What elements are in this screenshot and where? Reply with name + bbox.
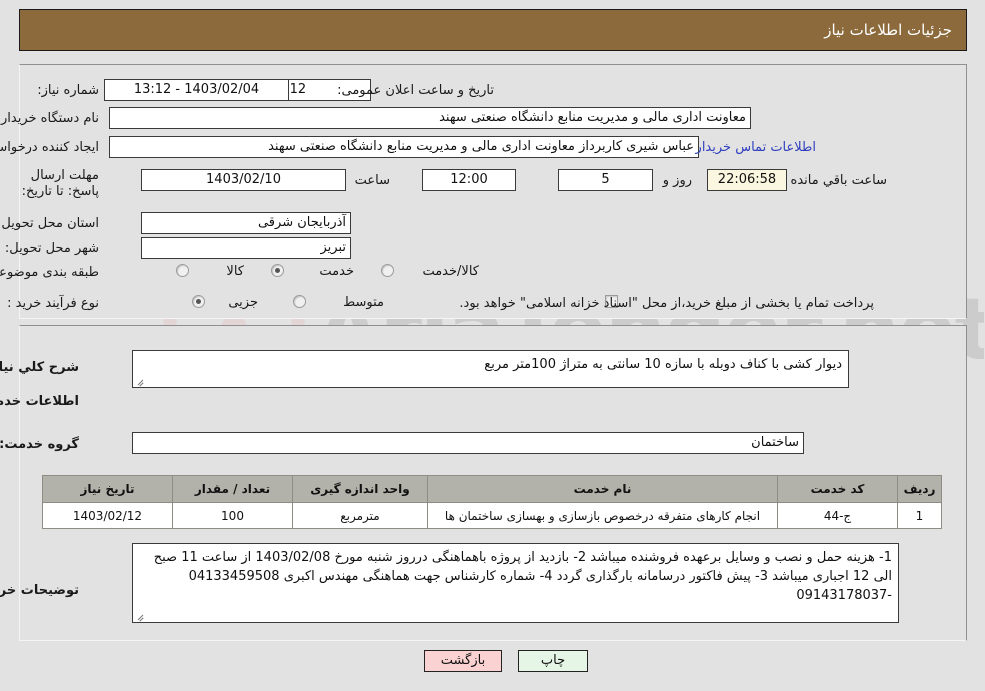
buyer-notes-label: توضیحات خریدار: — [0, 583, 80, 598]
radio-category-kala-label[interactable]: کالا — [227, 264, 245, 279]
col-name: نام خدمت — [428, 475, 779, 503]
back-button[interactable]: بازگشت — [425, 650, 503, 672]
col-code: کد خدمت — [778, 475, 899, 503]
service-group-value: ساختمان — [133, 432, 805, 454]
cell-name: انجام کارهای متفرقه درخصوص بازسازی و بهس… — [428, 502, 779, 529]
province-label: استان محل تحویل: — [0, 216, 100, 231]
print-button[interactable]: چاپ — [519, 650, 589, 672]
buyer-org-value: معاونت اداری مالی و مدیریت منابع دانشگاه… — [110, 107, 752, 129]
creator-value: عباس شیری کاربرداز معاونت اداری مالی و م… — [110, 136, 700, 158]
creator-label: ایجاد کننده درخواست: — [0, 140, 100, 155]
countdown-label: ساعت باقي مانده — [791, 173, 888, 188]
radio-process-jozei-label[interactable]: جزیی — [229, 295, 259, 310]
province-value: آذربایجان شرقی — [142, 212, 352, 234]
cell-index: 1 — [898, 502, 943, 529]
service-group-label: گروه خدمت: — [0, 437, 80, 452]
page-header-bar: جزئیات اطلاعات نیاز — [20, 9, 968, 51]
deadline-date-value: 1403/02/10 — [142, 169, 347, 191]
countdown-value: 22:06:58 — [708, 169, 788, 191]
days-remaining-value: 5 — [559, 169, 654, 191]
cell-date: 1403/02/12 — [43, 502, 174, 529]
radio-category-kala-khedmat-label[interactable]: کالا/خدمت — [423, 264, 480, 279]
table-row[interactable]: 1 ج-44 انجام کارهای متفرقه درخصوص بازساز… — [43, 502, 943, 529]
radio-category-khedmat[interactable] — [272, 264, 285, 277]
resize-grip-icon-notes[interactable] — [137, 611, 147, 622]
need-info-panel — [20, 64, 968, 319]
description-label: شرح کلي نياز: — [0, 360, 80, 375]
days-remaining-label: روز و — [663, 173, 693, 188]
radio-process-motevaset-label[interactable]: متوسط — [344, 295, 385, 310]
buyer-org-label: نام دستگاه خریدار: — [0, 111, 100, 126]
page-title: جزئیات اطلاعات نیاز — [825, 21, 953, 39]
public-announce-value: 1403/02/04 - 13:12 — [105, 79, 290, 101]
radio-category-khedmat-label[interactable]: خدمت — [320, 264, 355, 279]
table-header-row: ردیف کد خدمت نام خدمت واحد اندازه گیری ت… — [43, 475, 943, 503]
services-table: ردیف کد خدمت نام خدمت واحد اندازه گیری ت… — [43, 475, 943, 529]
radio-process-jozei[interactable] — [193, 295, 206, 308]
city-value: تبریز — [142, 237, 352, 259]
radio-process-motevaset[interactable] — [294, 295, 307, 308]
col-date: تاریخ نیاز — [43, 475, 174, 503]
buyer-notes-value: 1- هزینه حمل و نصب و وسایل برعهده فروشند… — [154, 550, 893, 603]
cell-unit: مترمربع — [293, 502, 429, 529]
city-label: شهر محل تحویل: — [5, 241, 100, 256]
radio-category-kala[interactable] — [177, 264, 190, 277]
cell-code: ج-44 — [778, 502, 899, 529]
deadline-hour-label: ساعت — [355, 173, 391, 188]
description-textarea[interactable]: دیوار کشی با کناف دوبله با سازه 10 سانتی… — [133, 350, 850, 388]
radio-category-kala-khedmat[interactable] — [382, 264, 395, 277]
col-quantity: تعداد / مقدار — [173, 475, 294, 503]
treasury-checkbox-label[interactable]: پرداخت تمام یا بخشی از مبلغ خرید،از محل … — [460, 296, 875, 311]
deadline-label: مهلت ارسال پاسخ: تا تاریخ: — [22, 168, 100, 199]
resize-grip-icon[interactable] — [137, 376, 147, 387]
deadline-hour-value: 12:00 — [423, 169, 517, 191]
category-label: طبقه بندی موضوعی: — [0, 265, 100, 280]
cell-quantity: 100 — [173, 502, 294, 529]
col-index: ردیف — [898, 475, 943, 503]
services-section-title: اطلاعات خدمات مورد نیاز — [0, 394, 80, 409]
need-number-label: شماره نیاز: — [38, 83, 100, 98]
buyer-notes-textarea[interactable]: 1- هزینه حمل و نصب و وسایل برعهده فروشند… — [133, 543, 900, 623]
page-root: AriaTender.net جزئیات اطلاعات نیاز شماره… — [0, 0, 985, 691]
public-announce-label: تاریخ و ساعت اعلان عمومی: — [338, 83, 495, 98]
col-unit: واحد اندازه گیری — [293, 475, 429, 503]
description-value: دیوار کشی با کناف دوبله با سازه 10 سانتی… — [485, 357, 843, 372]
buyer-contact-link[interactable]: اطلاعات تماس خریدار — [697, 140, 817, 155]
process-label: نوع فرآیند خرید : — [8, 296, 100, 311]
